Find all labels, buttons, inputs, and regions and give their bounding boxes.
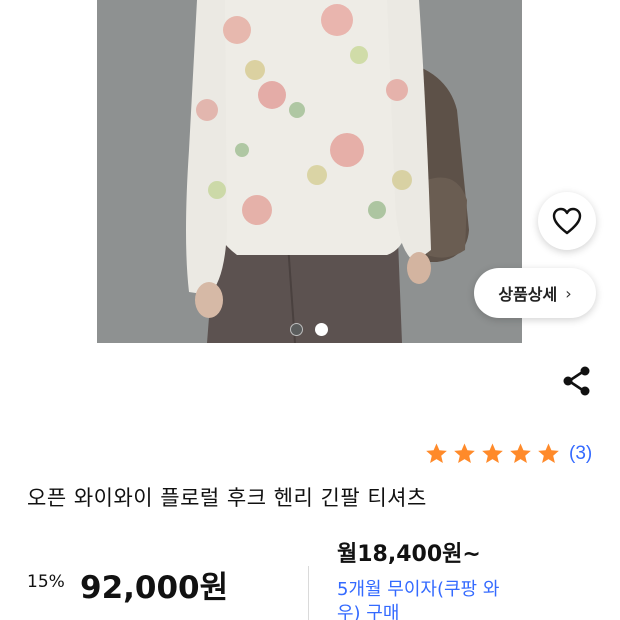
star-icon — [426, 443, 447, 463]
star-icon — [454, 443, 475, 463]
rating[interactable]: (3) — [424, 442, 592, 466]
review-count-link[interactable]: (3) — [569, 443, 592, 465]
share-button[interactable] — [560, 364, 594, 398]
chevron-right-icon: › — [565, 283, 572, 303]
star-icon — [538, 443, 559, 463]
share-icon — [563, 366, 590, 396]
installment-link[interactable]: 5개월 무이자(쿠팡 와우) 구매 — [337, 578, 517, 620]
rating-stars — [424, 442, 561, 466]
star-icon — [482, 443, 503, 463]
carousel-dots — [290, 323, 328, 336]
product-detail-label: 상품상세 — [498, 285, 558, 304]
product-detail-button[interactable]: 상품상세 › — [474, 268, 596, 318]
star-icon — [510, 443, 531, 463]
carousel-dot[interactable] — [290, 323, 303, 336]
product-title: 오픈 와이와이 플로럴 후크 헨리 긴팔 티셔츠 — [27, 486, 427, 510]
wishlist-button[interactable] — [538, 192, 596, 250]
discount-rate: 15% — [27, 572, 65, 592]
product-image[interactable] — [97, 0, 522, 343]
carousel-dot-active[interactable] — [315, 323, 328, 336]
heart-outline-icon — [552, 207, 582, 235]
price-divider — [308, 566, 309, 620]
monthly-price: 월18,400원~ — [337, 542, 481, 567]
sale-price: 92,000원 — [80, 570, 229, 606]
